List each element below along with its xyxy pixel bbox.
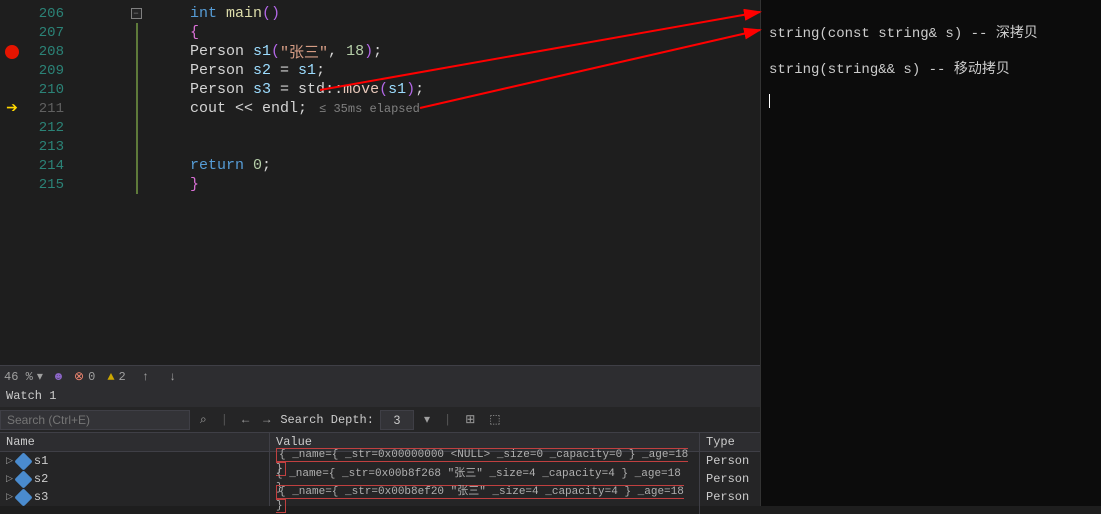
line-number: 208 <box>24 44 64 60</box>
brace: } <box>190 176 199 193</box>
line-number: 209 <box>24 63 64 79</box>
expand-icon[interactable]: ▷ <box>6 474 13 484</box>
line-number: 211 <box>24 101 64 117</box>
console-cursor <box>769 94 770 108</box>
watch-search-input[interactable] <box>0 410 190 430</box>
col-type-header[interactable]: Type <box>700 433 760 451</box>
watch-var-name: s1 <box>34 454 48 468</box>
watch-var-name: s2 <box>34 472 48 486</box>
paren: ( <box>271 43 280 60</box>
inline-timing-hint: ≤ 35ms elapsed <box>319 102 420 116</box>
paren: ( <box>262 5 271 22</box>
paren: ) <box>364 43 373 60</box>
brace: { <box>190 24 199 41</box>
fold-toggle-icon[interactable]: − <box>131 8 142 19</box>
comma: , <box>328 43 346 60</box>
watch-type: Person <box>700 488 760 506</box>
keyword: int <box>190 5 217 22</box>
watch-toolbar: ⌕ | ← → Search Depth: ▾ | ⊞ ⬚ <box>0 407 760 433</box>
watch-tool-icon[interactable]: ⊞ <box>461 412 479 427</box>
line-number: 213 <box>24 139 64 155</box>
warning-count[interactable]: ▲ 2 <box>107 370 125 384</box>
number: 0 <box>253 157 262 174</box>
semicolon: ; <box>415 81 424 98</box>
function-name: main <box>217 5 262 22</box>
object-icon <box>14 470 32 488</box>
watch-panel-title: Watch 1 <box>0 387 760 407</box>
number: 18 <box>346 43 364 60</box>
semicolon: ; <box>373 43 382 60</box>
scope-op: :: <box>325 81 343 98</box>
semicolon: ; <box>262 157 271 174</box>
variable: s1 <box>298 62 316 79</box>
status-bar: 46 % ▾ ☻ ⊗ 0 ▲ 2 ↑ ↓ <box>0 365 760 387</box>
operator: = <box>271 81 298 98</box>
object-icon <box>14 488 32 506</box>
watch-type: Person <box>700 452 760 470</box>
type: Person <box>190 62 253 79</box>
keyword: return <box>190 157 253 174</box>
line-number: 212 <box>24 120 64 136</box>
line-number: 207 <box>24 25 64 41</box>
nav-up-icon[interactable]: ↑ <box>138 370 153 384</box>
function-call: move <box>343 81 379 98</box>
expand-icon[interactable]: ▷ <box>6 492 13 502</box>
type: Person <box>190 81 253 98</box>
execution-arrow-icon: ➔ <box>6 100 18 117</box>
error-count[interactable]: ⊗ 0 <box>74 369 95 384</box>
watch-value: { _name={ _str=0x00b8ef20 "张三" _size=4 _… <box>276 485 684 513</box>
watch-table: Name Value Type ▷s1 { _name={ _str=0x000… <box>0 433 760 506</box>
line-number: 206 <box>24 6 64 22</box>
feedback-icon[interactable]: ☻ <box>55 370 62 384</box>
console-output-line: string(string&& s) -- 移动拷贝 <box>769 58 1093 78</box>
watch-type: Person <box>700 470 760 488</box>
zoom-level[interactable]: 46 % ▾ <box>4 369 43 384</box>
breakpoint-icon[interactable] <box>5 45 19 59</box>
string-literal: "张三" <box>280 41 328 62</box>
line-number: 214 <box>24 158 64 174</box>
code-editor[interactable]: 206 207 208 209 210 ➔ 211 212 213 214 215… <box>0 0 760 365</box>
semicolon: ; <box>316 62 325 79</box>
semicolon: ; <box>298 100 307 117</box>
search-depth-label: Search Depth: <box>280 413 374 427</box>
nav-down-icon[interactable]: ↓ <box>165 370 180 384</box>
operator: << <box>226 100 262 117</box>
watch-tool2-icon[interactable]: ⬚ <box>485 412 504 427</box>
search-next-icon[interactable]: → <box>259 413 274 427</box>
paren: ) <box>271 5 280 22</box>
object-icon <box>14 452 32 470</box>
code-content[interactable]: int main() { Person s1("张三", 18); Person… <box>190 0 760 365</box>
variable: s1 <box>388 81 406 98</box>
col-name-header[interactable]: Name <box>0 433 270 451</box>
search-prev-icon[interactable]: ← <box>238 413 253 427</box>
paren: ( <box>379 81 388 98</box>
namespace: std <box>298 81 325 98</box>
identifier: endl <box>262 100 298 117</box>
paren: ) <box>406 81 415 98</box>
watch-row[interactable]: ▷s3 { _name={ _str=0x00b8ef20 "张三" _size… <box>0 488 760 506</box>
variable: s3 <box>253 81 271 98</box>
watch-panel: Watch 1 ⌕ | ← → Search Depth: ▾ | ⊞ ⬚ Na… <box>0 387 760 506</box>
variable: s1 <box>253 43 271 60</box>
console-output-line: string(const string& s) -- 深拷贝 <box>769 22 1093 42</box>
depth-stepper-icon[interactable]: ▾ <box>420 412 434 427</box>
gutter: 206 207 208 209 210 ➔ 211 212 213 214 215 <box>0 0 82 365</box>
operator: = <box>271 62 298 79</box>
line-number: 215 <box>24 177 64 193</box>
watch-var-name: s3 <box>34 490 48 504</box>
expand-icon[interactable]: ▷ <box>6 456 13 466</box>
fold-margin: − <box>82 0 190 365</box>
line-number: 210 <box>24 82 64 98</box>
variable: s2 <box>253 62 271 79</box>
type: Person <box>190 43 253 60</box>
debug-console[interactable]: string(const string& s) -- 深拷贝 string(st… <box>760 0 1101 506</box>
search-depth-input[interactable] <box>380 410 414 430</box>
search-icon[interactable]: ⌕ <box>196 413 211 427</box>
identifier: cout <box>190 100 226 117</box>
